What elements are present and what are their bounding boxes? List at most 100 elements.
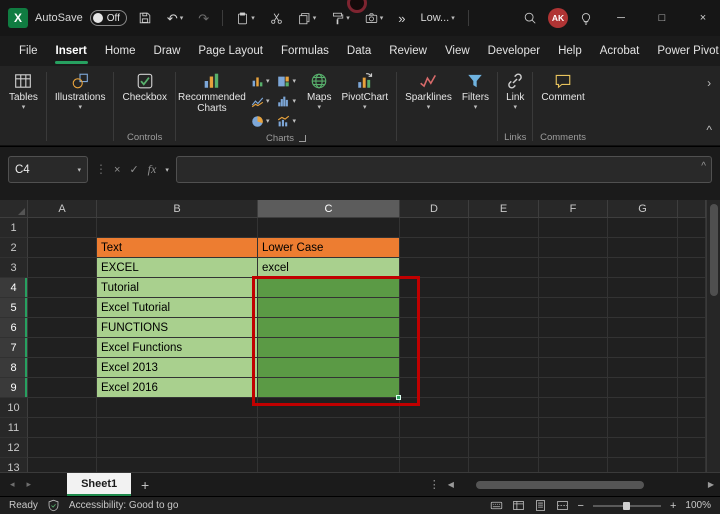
vertical-scrollbar-thumb[interactable] (710, 204, 718, 296)
tab-view[interactable]: View (436, 36, 479, 66)
ribbon-expand-button[interactable]: › (707, 76, 711, 90)
row-header-2[interactable]: 2 (0, 238, 28, 258)
formula-bar-expand-icon[interactable]: ^ (701, 161, 706, 172)
row-header-10[interactable]: 10 (0, 398, 28, 418)
cell-A2[interactable] (28, 238, 97, 258)
sparklines-button[interactable]: Sparklines ▾ (400, 68, 457, 113)
cell-D1[interactable] (400, 218, 469, 238)
more-commands-button[interactable]: » (394, 9, 409, 28)
cell-F7[interactable] (539, 338, 608, 358)
row-header-9[interactable]: 9 (0, 378, 28, 398)
cell-B8[interactable]: Excel 2013 (97, 358, 258, 378)
cut-button[interactable] (266, 9, 287, 28)
cell-F9[interactable] (539, 378, 608, 398)
row-header-7[interactable]: 7 (0, 338, 28, 358)
cell-F2[interactable] (539, 238, 608, 258)
cell-F6[interactable] (539, 318, 608, 338)
cell-B6[interactable]: FUNCTIONS (97, 318, 258, 338)
cell-G6[interactable] (608, 318, 678, 338)
column-header-D[interactable]: D (400, 200, 469, 218)
close-button[interactable]: × (686, 0, 720, 36)
format-painter-button[interactable]: ▾ (327, 9, 354, 28)
quick-style-dropdown[interactable]: Low... ▾ (416, 9, 458, 27)
cell-C9[interactable] (258, 378, 400, 398)
formula-bar-grip-icon[interactable]: ⋮ (95, 156, 107, 183)
cell-C5[interactable] (258, 298, 400, 318)
cell-E3[interactable] (469, 258, 539, 278)
copy-button[interactable]: ▾ (294, 9, 321, 28)
pivotchart-button[interactable]: PivotChart ▾ (336, 68, 393, 113)
zoom-out-button[interactable]: − (578, 500, 584, 512)
row-header-8[interactable]: 8 (0, 358, 28, 378)
cell-C13[interactable] (258, 458, 400, 472)
cell-D9[interactable] (400, 378, 469, 398)
cell-D6[interactable] (400, 318, 469, 338)
column-header-E[interactable]: E (469, 200, 539, 218)
cell-C10[interactable] (258, 398, 400, 418)
cell-B10[interactable] (97, 398, 258, 418)
vertical-scrollbar[interactable] (706, 200, 720, 472)
row-header-1[interactable]: 1 (0, 218, 28, 238)
hscroll-right-button[interactable]: ▶ (708, 480, 714, 489)
tab-home[interactable]: Home (96, 36, 145, 66)
comment-button[interactable]: Comment (536, 68, 589, 105)
statistic-chart-button[interactable]: ▾ (275, 92, 298, 111)
cell-C1[interactable] (258, 218, 400, 238)
cell-G12[interactable] (608, 438, 678, 458)
tab-options-icon[interactable]: ⋮ (429, 478, 440, 491)
page-break-view-button[interactable] (556, 499, 569, 512)
page-layout-view-button[interactable] (534, 499, 547, 512)
cell-C11[interactable] (258, 418, 400, 438)
cell-F12[interactable] (539, 438, 608, 458)
zoom-slider[interactable] (593, 505, 661, 507)
row-header-12[interactable]: 12 (0, 438, 28, 458)
cell-E11[interactable] (469, 418, 539, 438)
cell-C12[interactable] (258, 438, 400, 458)
hscroll-left-button[interactable]: ◀ (448, 480, 454, 489)
cell-A9[interactable] (28, 378, 97, 398)
row-header-11[interactable]: 11 (0, 418, 28, 438)
tab-help[interactable]: Help (549, 36, 591, 66)
tab-power-pivot[interactable]: Power Pivot (648, 36, 720, 66)
cell-C6[interactable] (258, 318, 400, 338)
redo-button[interactable]: ↷ (194, 9, 213, 28)
maximize-button[interactable]: □ (645, 0, 679, 36)
tab-page-layout[interactable]: Page Layout (189, 36, 272, 66)
cell-A7[interactable] (28, 338, 97, 358)
recommended-charts-button[interactable]: Recommended Charts (179, 68, 245, 116)
autosave-toggle[interactable]: Off (90, 10, 127, 26)
save-button[interactable] (134, 8, 156, 28)
pie-chart-button[interactable]: ▾ (249, 112, 272, 131)
cell-F4[interactable] (539, 278, 608, 298)
cell-F5[interactable] (539, 298, 608, 318)
cell-D5[interactable] (400, 298, 469, 318)
column-chart-button[interactable]: ▾ (249, 72, 272, 91)
cell-E9[interactable] (469, 378, 539, 398)
zoom-in-button[interactable]: + (670, 500, 676, 512)
lightbulb-button[interactable] (575, 8, 597, 28)
checkbox-button[interactable]: Checkbox (117, 68, 171, 105)
excel-logo-icon[interactable]: X (8, 8, 28, 28)
tables-button[interactable]: Tables ▾ (4, 68, 43, 113)
horizontal-scrollbar-thumb[interactable] (476, 481, 644, 489)
fill-handle[interactable] (396, 395, 401, 400)
cell-D4[interactable] (400, 278, 469, 298)
normal-view-button[interactable] (512, 499, 525, 512)
search-button[interactable] (519, 8, 541, 28)
cell-A1[interactable] (28, 218, 97, 238)
cell-D13[interactable] (400, 458, 469, 472)
cell-A6[interactable] (28, 318, 97, 338)
illustrations-button[interactable]: Illustrations ▾ (50, 68, 111, 113)
cell-G3[interactable] (608, 258, 678, 278)
row-header-6[interactable]: 6 (0, 318, 28, 338)
zoom-slider-thumb[interactable] (623, 502, 630, 510)
cell-F10[interactable] (539, 398, 608, 418)
row-header-13[interactable]: 13 (0, 458, 28, 472)
cell-E10[interactable] (469, 398, 539, 418)
paste-button[interactable]: ▾ (232, 9, 259, 28)
maps-button[interactable]: Maps ▾ (302, 68, 336, 113)
camera-button[interactable]: ▾ (361, 9, 388, 28)
sheet-nav-left-icon[interactable]: ◂ (10, 479, 15, 490)
tab-file[interactable]: File (10, 36, 47, 66)
cell-G2[interactable] (608, 238, 678, 258)
